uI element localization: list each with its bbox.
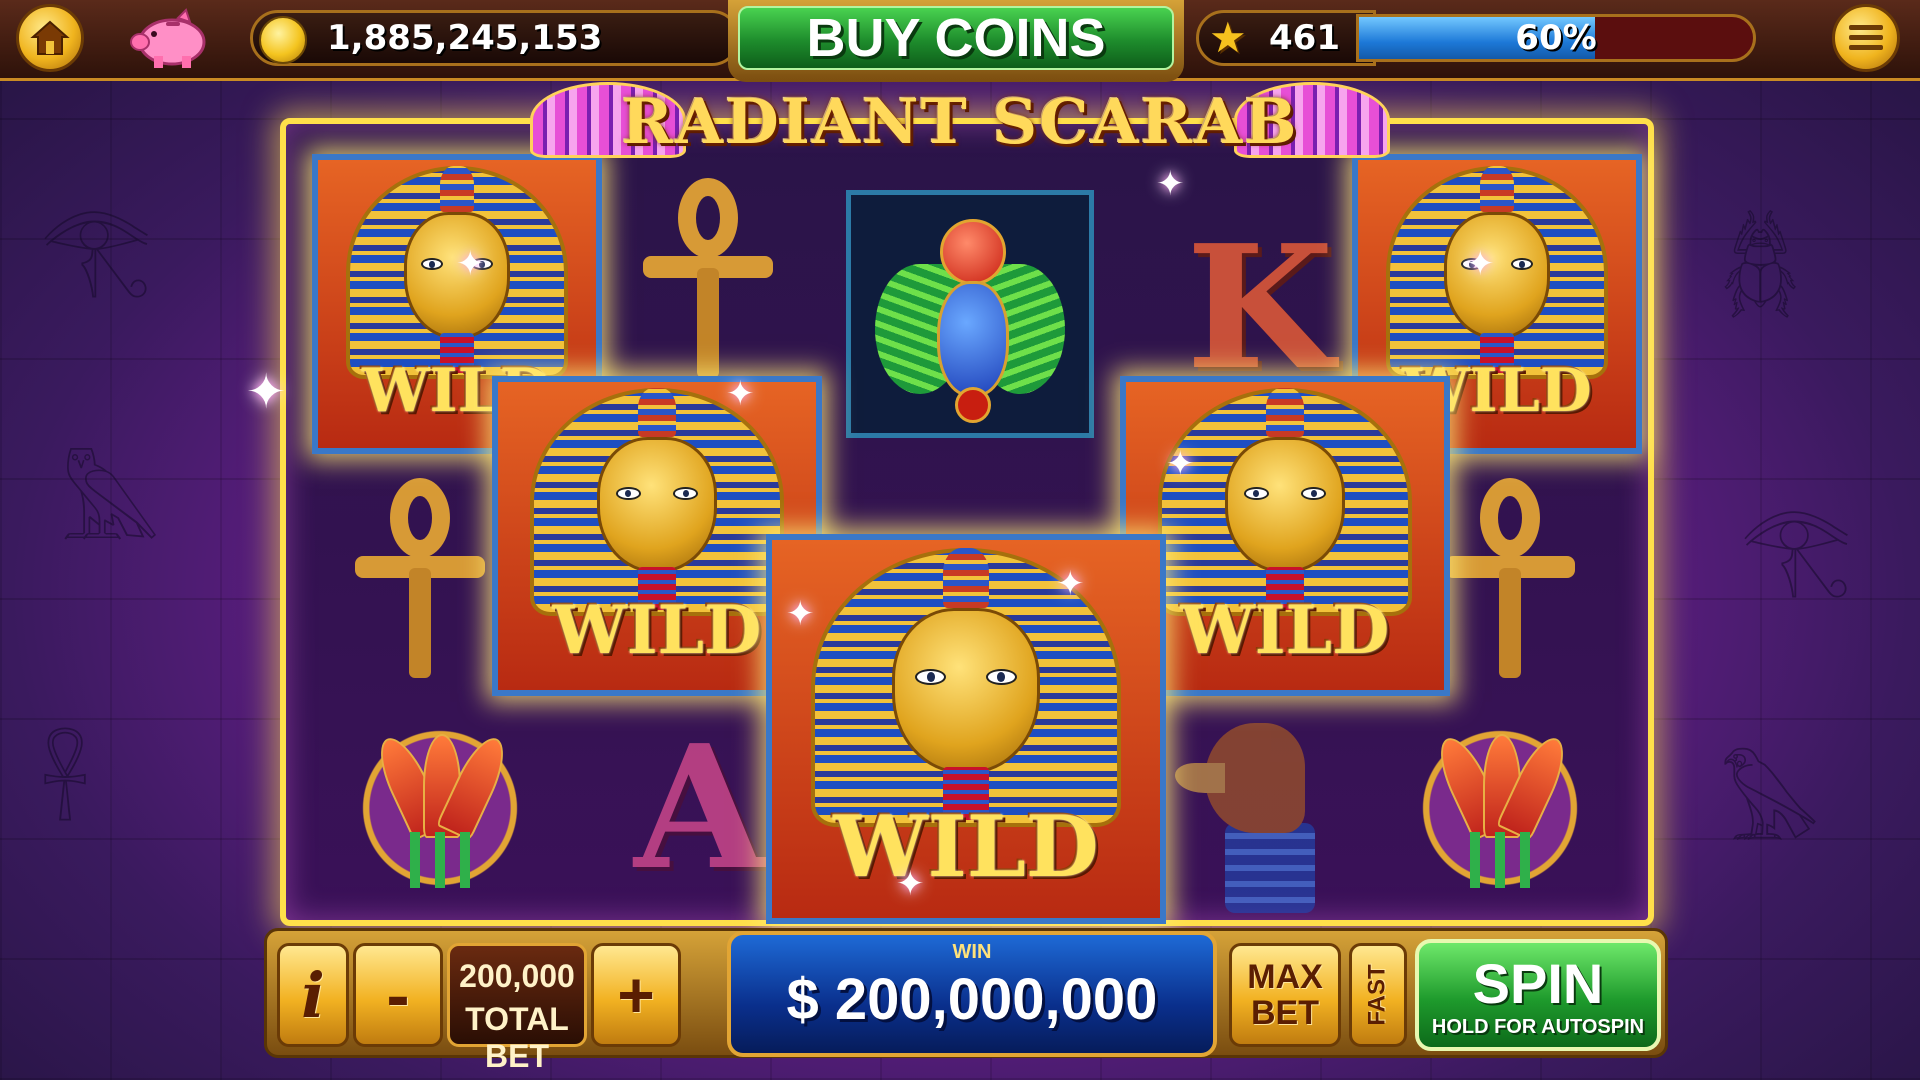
ankh-icon [355, 478, 485, 678]
sparkle-effect: ✦ [786, 594, 815, 634]
level-progress-label: 60% [1515, 18, 1597, 58]
hieroglyph-decoration: 𓆣 [1720, 215, 1801, 320]
pharaoh-face [596, 437, 718, 573]
menu-icon [1849, 25, 1883, 50]
pharaoh-face [1224, 437, 1346, 573]
fast-label: FAST [1364, 964, 1391, 1026]
star-icon: ★ [1209, 13, 1247, 62]
hieroglyph-decoration: 𓂀 [1740, 495, 1853, 600]
cobra-icon [942, 547, 990, 609]
bottom-control-bar: i - 200,000 TOTAL BET + WIN $ 200,000,00… [264, 928, 1668, 1074]
spin-label: SPIN [1472, 952, 1604, 1015]
total-bet-label: TOTAL BET [465, 1001, 569, 1074]
ankh-symbol [584, 154, 832, 402]
win-amount: $ 200,000,000 [786, 967, 1158, 1032]
pharaoh-face [1444, 211, 1550, 339]
max-bet-label-line1: MAX [1247, 958, 1323, 996]
info-button[interactable]: i [277, 943, 349, 1047]
max-bet-button[interactable]: MAX BET [1229, 943, 1341, 1047]
game-logo: RADIANT SCARAB [530, 76, 1390, 166]
player-level: 461 [1269, 18, 1340, 58]
piggy-bank-button[interactable] [128, 8, 214, 70]
lotus-icon [350, 718, 530, 898]
top-bar: 1,885,245,153 BUY COINS ★ 461 60% [0, 0, 1920, 82]
total-bet-value: 200,000 [459, 958, 575, 994]
buy-coins-button[interactable]: BUY COINS [728, 0, 1184, 82]
level-progress-bar: 60% [1356, 14, 1756, 62]
cobra-icon [637, 388, 677, 438]
max-bet-label-line2: BET [1251, 994, 1319, 1032]
spin-sublabel: HOLD FOR AUTOSPIN [1431, 1016, 1645, 1038]
lotus-icon [1410, 718, 1590, 898]
sparkle-effect: ✦ [726, 374, 755, 414]
piggy-bank-icon [130, 8, 206, 68]
cobra-icon [1265, 388, 1305, 438]
scarab-icon [875, 209, 1065, 423]
coin-balance-display: 1,885,245,153 [250, 10, 740, 66]
scarab-symbol [846, 190, 1094, 438]
ankh-icon [1445, 478, 1575, 678]
sparkle-effect: ✦ [1166, 444, 1195, 484]
hieroglyph-decoration: 𓅃 [1720, 755, 1821, 860]
hieroglyph-decoration: 𓅓 [60, 455, 161, 560]
wild-label: WILD [1180, 591, 1390, 670]
ace-letter: A [634, 708, 766, 908]
wild-symbol: WILD [1120, 376, 1450, 696]
coin-balance: 1,885,245,153 [327, 18, 603, 58]
sparkle-effect: ✦ [246, 364, 287, 420]
wild-symbol-featured: WILD [766, 534, 1166, 924]
plus-icon: + [617, 959, 655, 1031]
sparkle-effect: ✦ [1466, 244, 1495, 284]
game-title: RADIANT SCARAB [621, 84, 1299, 158]
level-display: ★ 461 [1196, 10, 1376, 66]
lotus-symbol [1376, 684, 1624, 932]
sparkle-effect: ✦ [1156, 164, 1185, 204]
home-icon [30, 20, 70, 55]
lotus-symbol [316, 684, 564, 932]
wild-label: WILD [833, 797, 1099, 897]
hieroglyph-decoration: 𓋹 [40, 735, 91, 840]
win-label: WIN [952, 941, 992, 963]
pharaoh-face [892, 608, 1040, 775]
home-button[interactable] [16, 4, 84, 72]
total-bet-display: 200,000 TOTAL BET [447, 943, 587, 1074]
reel-area: K A WILD WILD WILD WILD WILD ✦ ✦ ✦ ✦ ✦ ✦… [246, 118, 1654, 926]
win-display: WIN $ 200,000,000 [727, 931, 1217, 1057]
minus-icon: - [386, 956, 410, 1034]
cobra-icon [440, 165, 474, 212]
sparkle-effect: ✦ [1056, 564, 1085, 604]
cobra-icon [1480, 165, 1514, 212]
sparkle-effect: ✦ [896, 864, 925, 904]
fast-spin-toggle[interactable]: FAST [1349, 943, 1407, 1047]
decrease-bet-button[interactable]: - [353, 943, 443, 1047]
spin-button[interactable]: SPIN HOLD FOR AUTOSPIN [1415, 939, 1661, 1051]
hieroglyph-decoration: 𓂀 [40, 195, 153, 300]
coin-icon [259, 16, 307, 64]
menu-button[interactable] [1832, 4, 1900, 72]
buy-coins-label: BUY COINS [738, 6, 1174, 70]
horus-falcon-icon [1165, 703, 1335, 913]
sparkle-effect: ✦ [456, 244, 485, 284]
ankh-icon [643, 178, 773, 378]
info-icon: i [301, 958, 325, 1032]
increase-bet-button[interactable]: + [591, 943, 681, 1047]
